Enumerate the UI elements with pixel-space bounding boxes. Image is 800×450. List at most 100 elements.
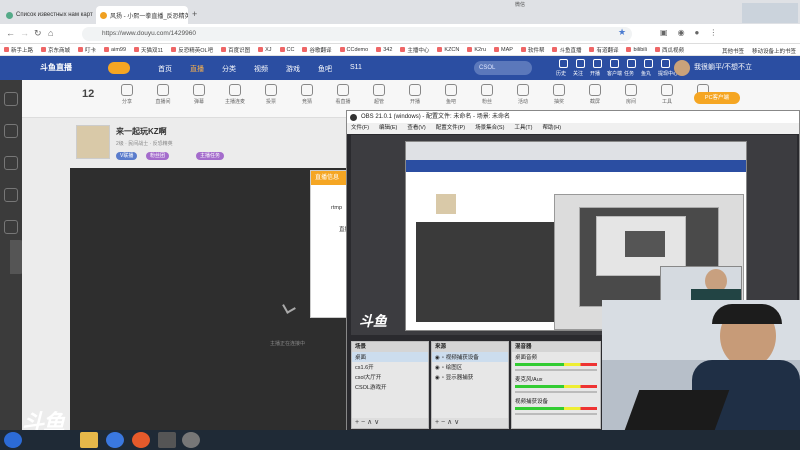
- scene-item[interactable]: csol大厅开: [352, 372, 428, 382]
- pc-client-button[interactable]: PC客户端: [694, 92, 740, 104]
- obs-menu-item[interactable]: 工具(T): [514, 123, 532, 134]
- bookmark-item[interactable]: 新手上路: [4, 46, 33, 54]
- rail-icon[interactable]: [4, 156, 18, 170]
- app-icon[interactable]: [106, 432, 124, 448]
- bookmark-item[interactable]: 342: [376, 47, 392, 53]
- toolbar-tool[interactable]: 活动: [510, 84, 536, 105]
- bookmark-folder[interactable]: 其他书签: [722, 47, 744, 55]
- browser-tab-0[interactable]: Список известных нам карт ×: [2, 6, 94, 24]
- scenes-footer[interactable]: + − ∧ ∨: [352, 418, 428, 428]
- eye-icon[interactable]: ◉: [435, 365, 440, 371]
- header-icon[interactable]: [644, 59, 653, 68]
- volume-slider[interactable]: [515, 369, 597, 371]
- anchor-pill[interactable]: 主播任务: [196, 152, 225, 160]
- bookmark-item[interactable]: CCdemo: [339, 47, 368, 53]
- start-icon[interactable]: [4, 432, 22, 448]
- obs-menu-item[interactable]: 文件(F): [351, 123, 369, 134]
- rail-icon[interactable]: [4, 188, 18, 202]
- star-icon[interactable]: ★: [618, 27, 626, 38]
- rail-icon[interactable]: [4, 220, 18, 234]
- lock-icon[interactable]: ▫: [442, 365, 444, 371]
- nav-item-3[interactable]: 视频: [254, 64, 268, 74]
- toolbar-tool[interactable]: 弹幕: [186, 84, 212, 105]
- site-logo[interactable]: 斗鱼直播: [40, 62, 72, 73]
- header-icon[interactable]: [627, 59, 636, 68]
- toolbar-tool[interactable]: 竞猜: [294, 84, 320, 105]
- video-player[interactable]: 主播正在连接中: [70, 168, 350, 430]
- nav-item-1[interactable]: 直播: [190, 64, 204, 74]
- rail-icon[interactable]: [4, 124, 18, 138]
- obs-menu-item[interactable]: 场景集合(S): [475, 123, 504, 134]
- toolbar-tool[interactable]: 主播连麦: [222, 84, 248, 105]
- source-item[interactable]: ◉ ▫ 视频捕获设备: [432, 352, 508, 362]
- header-icon[interactable]: [559, 59, 568, 68]
- toolbar-tool[interactable]: 粉丝: [474, 84, 500, 105]
- toolbar-tool[interactable]: 直播间: [150, 84, 176, 105]
- toolbar-tool[interactable]: 超管: [366, 84, 392, 105]
- header-icon[interactable]: [593, 59, 602, 68]
- forward-icon[interactable]: →: [20, 28, 29, 38]
- home-icon[interactable]: ⌂: [48, 28, 53, 38]
- rail-icon[interactable]: [4, 92, 18, 106]
- bookmark-item[interactable]: 斗鱼直播: [552, 46, 581, 54]
- bookmark-item[interactable]: 叮卡: [78, 46, 96, 54]
- lock-icon[interactable]: ▫: [442, 375, 444, 381]
- scene-item[interactable]: CSOL游戏开: [352, 382, 428, 392]
- volume-slider[interactable]: [515, 413, 597, 415]
- nav-item-6[interactable]: S11: [350, 64, 362, 71]
- source-item[interactable]: ◉ ▫ 显示器捕获: [432, 372, 508, 382]
- bookmark-item[interactable]: 有道翻译: [589, 46, 618, 54]
- header-icon[interactable]: [610, 59, 619, 68]
- bookmark-item[interactable]: KZCN: [437, 47, 459, 53]
- nav-item-4[interactable]: 游戏: [286, 64, 300, 74]
- bookmark-folder[interactable]: 移动设备上的书签: [752, 47, 796, 55]
- obs-icon[interactable]: [182, 432, 200, 448]
- bookmark-item[interactable]: bilibili: [626, 47, 647, 53]
- nav-item-2[interactable]: 分类: [222, 64, 236, 74]
- avatar[interactable]: [674, 60, 690, 76]
- search-input[interactable]: CSOL: [474, 61, 532, 75]
- obs-menu-item[interactable]: 帮助(H): [542, 123, 561, 134]
- bookmark-item[interactable]: 京东商城: [41, 46, 70, 54]
- toolbar-tool[interactable]: 鱼吧: [438, 84, 464, 105]
- toolbar-tool[interactable]: 分享: [114, 84, 140, 105]
- browser-icon[interactable]: [132, 432, 150, 448]
- toolbar-tool[interactable]: 开播: [402, 84, 428, 105]
- bookmark-item[interactable]: 谷歌翻译: [302, 46, 332, 54]
- new-tab-button[interactable]: +: [192, 9, 197, 19]
- browser-tab-1[interactable]: 风扬 - 小熙一拳直播_反恐精英 ×: [96, 6, 188, 24]
- lock-icon[interactable]: ▫: [442, 355, 444, 361]
- anchor-pill[interactable]: 粉丝团: [146, 152, 170, 160]
- bookmark-item[interactable]: MAP: [494, 47, 513, 53]
- window-controls[interactable]: [742, 3, 798, 23]
- toolbar-tool[interactable]: 抽奖: [546, 84, 572, 105]
- toolbar-tool[interactable]: 投票: [258, 84, 284, 105]
- obs-menu-item[interactable]: 配置文件(P): [436, 123, 465, 134]
- toolbar-tool[interactable]: 看直播: [330, 84, 356, 105]
- header-icon[interactable]: [576, 59, 585, 68]
- bookmark-item[interactable]: XJ: [258, 47, 272, 53]
- menu-icon[interactable]: ⋮: [709, 28, 717, 37]
- volume-slider[interactable]: [515, 391, 597, 393]
- game-icon[interactable]: [158, 432, 176, 448]
- profile-icon[interactable]: ●: [695, 28, 700, 37]
- bookmark-item[interactable]: 天猫双11: [134, 46, 163, 54]
- header-icon[interactable]: [661, 59, 670, 68]
- scene-item[interactable]: cs1.6开: [352, 362, 428, 372]
- bookmark-item[interactable]: 软件帮: [520, 46, 544, 54]
- bookmark-item[interactable]: K2ru: [467, 47, 486, 53]
- source-item[interactable]: ◉ ▫ 绘图区: [432, 362, 508, 372]
- nav-item-5[interactable]: 鱼吧: [318, 64, 332, 74]
- user-name[interactable]: 我很躺平/不想不立: [694, 62, 752, 72]
- url-input[interactable]: https://www.douyu.com/1429960: [82, 27, 632, 41]
- toolbar-tool[interactable]: 截屏: [582, 84, 608, 105]
- bookmark-item[interactable]: 反恐精英OL吧: [171, 46, 213, 54]
- anchor-pill[interactable]: V联播: [116, 152, 138, 160]
- obs-menu-item[interactable]: 编辑(E): [379, 123, 397, 134]
- bookmark-item[interactable]: aim99: [104, 47, 126, 53]
- bookmark-item[interactable]: 主播中心: [400, 46, 429, 54]
- reload-icon[interactable]: ↻: [34, 28, 42, 39]
- back-icon[interactable]: ←: [6, 28, 15, 38]
- folder-icon[interactable]: [80, 432, 98, 448]
- toolbar-tool[interactable]: 工具: [654, 84, 680, 105]
